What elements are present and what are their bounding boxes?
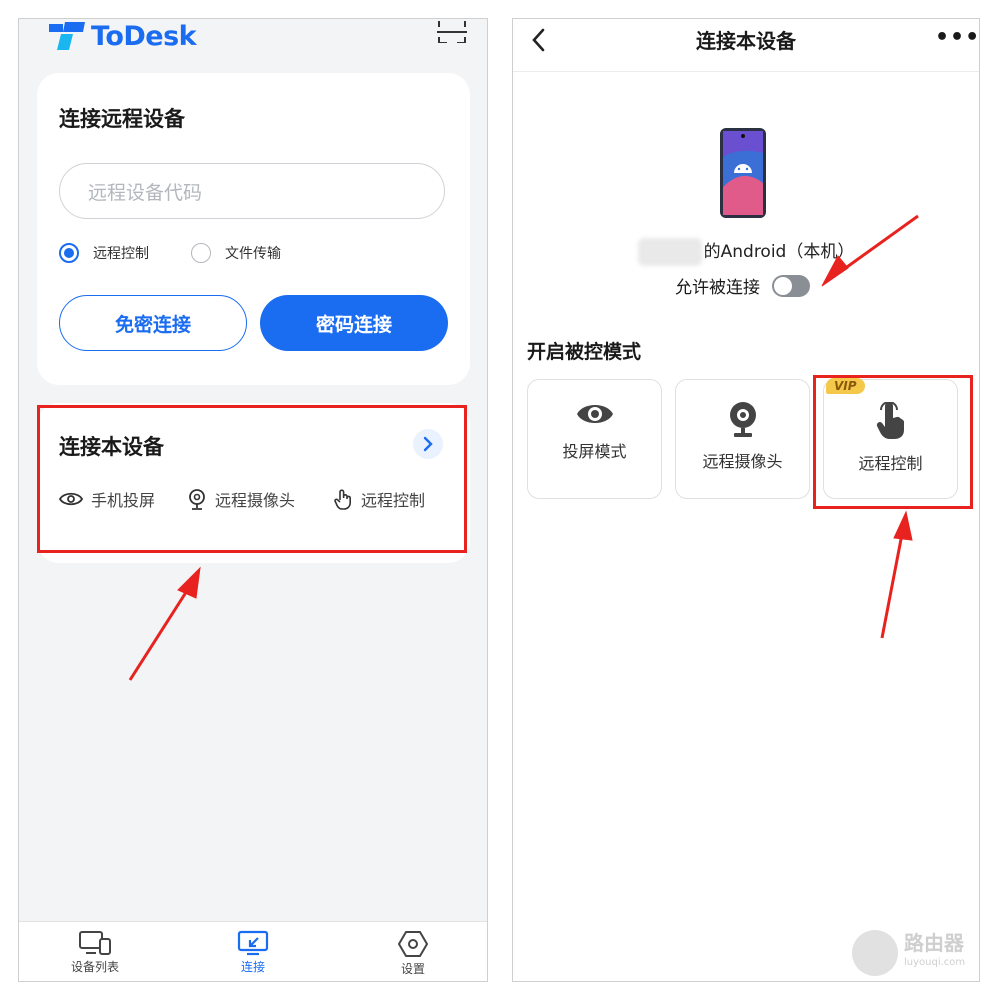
watermark-text: 路由器 — [904, 931, 964, 955]
annotation-arrows — [128, 214, 919, 681]
arrow-head — [177, 566, 201, 599]
watermark: 路由器 luyouqi.com — [852, 930, 965, 976]
watermark-logo-icon — [852, 930, 898, 976]
watermark-url: luyouqi.com — [904, 957, 966, 968]
